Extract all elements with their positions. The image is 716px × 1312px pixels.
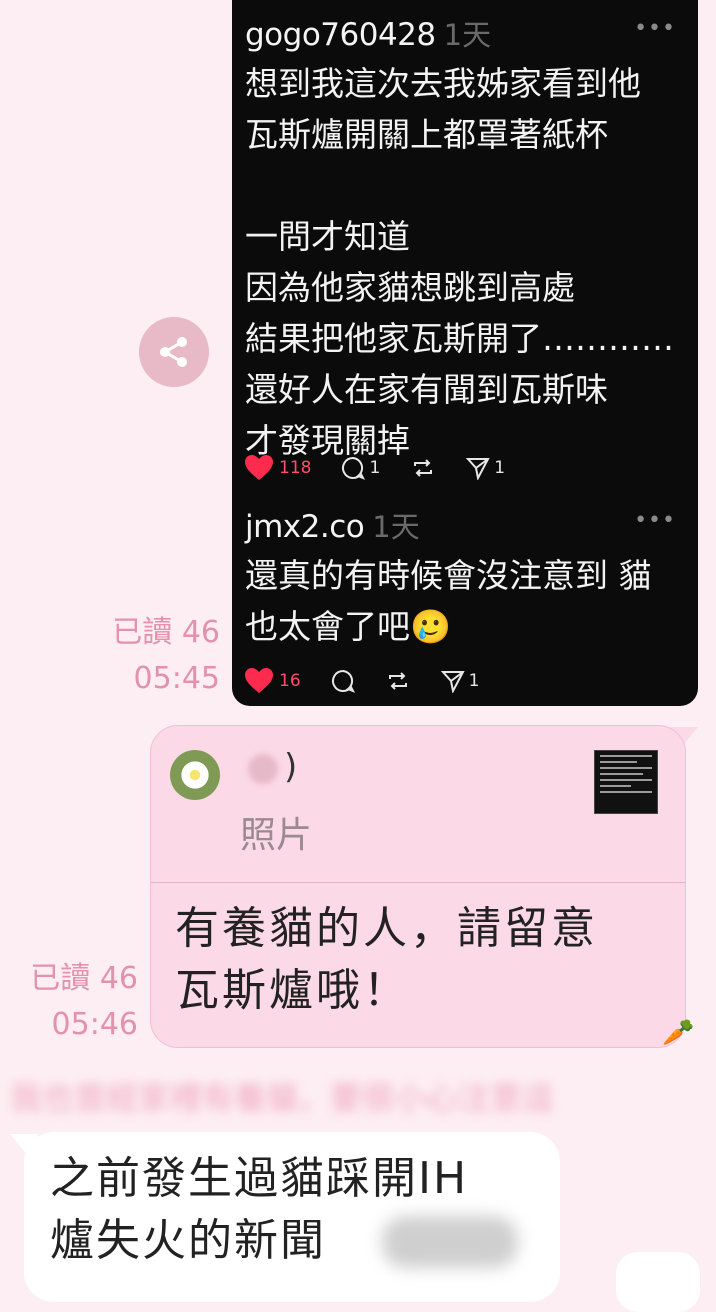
comment-count: 1 xyxy=(341,456,380,480)
send-count: 1 xyxy=(466,456,505,480)
send-icon xyxy=(466,458,490,480)
post-body: 想到我這次去我姊家看到他 瓦斯爐開關上都罩著紙杯 一問才知道 因為他家貓想跳到高… xyxy=(245,64,674,460)
avatar xyxy=(170,750,220,800)
comment-icon xyxy=(331,669,355,693)
blurred-text xyxy=(382,1216,518,1268)
quoted-sender-name: ) xyxy=(248,747,297,787)
blurred-name xyxy=(248,753,278,784)
quoted-image-thumbnail[interactable] xyxy=(594,750,658,814)
more-options-icon: ••• xyxy=(634,508,676,533)
post-time: 1天 xyxy=(443,18,492,52)
post-actions: 16 1 xyxy=(245,668,509,694)
message-time: 05:46 xyxy=(51,1007,138,1042)
send-count-value: 1 xyxy=(468,671,480,691)
heart-icon xyxy=(245,455,273,480)
quoted-message-type: 照片 xyxy=(240,815,313,856)
comment-count-value: 1 xyxy=(369,458,381,478)
share-button[interactable] xyxy=(139,317,209,387)
repost-icon xyxy=(388,672,407,690)
post-time: 1天 xyxy=(372,510,420,544)
read-receipt: 已讀 46 05:46 xyxy=(10,956,138,1048)
quoted-sender-name-text: ) xyxy=(284,747,298,787)
post-actions: 118 1 1 xyxy=(245,455,535,481)
scroll-to-bottom-button[interactable] xyxy=(616,1252,700,1312)
shared-screenshot-image[interactable]: gogo760428 1天 ••• 想到我這次去我姊家看到他 瓦斯爐開關上都罩著… xyxy=(232,0,698,706)
send-count-value: 1 xyxy=(494,458,506,478)
read-receipt: 已讀 46 05:45 xyxy=(90,610,220,702)
message-time: 05:45 xyxy=(133,661,220,696)
thread-post: jmx2.co 1天 ••• 還真的有時候會沒注意到 貓 也太會了吧🥲 xyxy=(245,504,684,652)
like-count: 16 xyxy=(245,668,301,694)
post-username: gogo760428 xyxy=(245,17,436,53)
like-count-value: 16 xyxy=(279,671,301,691)
comment-icon xyxy=(342,456,366,480)
repost-button xyxy=(385,669,411,693)
heart-icon xyxy=(245,668,273,693)
like-count-value: 118 xyxy=(279,458,312,478)
more-options-icon: ••• xyxy=(634,16,676,41)
send-icon xyxy=(440,671,465,693)
post-body: 還真的有時候會沒注意到 貓 也太會了吧🥲 xyxy=(245,556,652,646)
send-count: 1 xyxy=(440,669,480,693)
repost-icon xyxy=(414,459,433,477)
repost-button xyxy=(410,456,436,480)
blurred-message-preview: 我也曾經家裡有養貓，要很小心注意這 xyxy=(10,1079,555,1113)
share-icon xyxy=(160,337,187,367)
carrot-sticker-icon: 🥕 xyxy=(662,1018,695,1048)
read-count: 已讀 46 xyxy=(30,961,138,996)
like-count: 118 xyxy=(245,455,311,481)
comment-button xyxy=(331,669,355,693)
thread-post: gogo760428 1天 ••• 想到我這次去我姊家看到他 瓦斯爐開關上都罩著… xyxy=(245,12,684,466)
read-count: 已讀 46 xyxy=(112,615,220,650)
quote-divider xyxy=(151,882,685,883)
post-username: jmx2.co xyxy=(245,509,365,545)
reply-message-text: 有養貓的人，請留意 瓦斯爐哦！ xyxy=(175,903,598,1016)
